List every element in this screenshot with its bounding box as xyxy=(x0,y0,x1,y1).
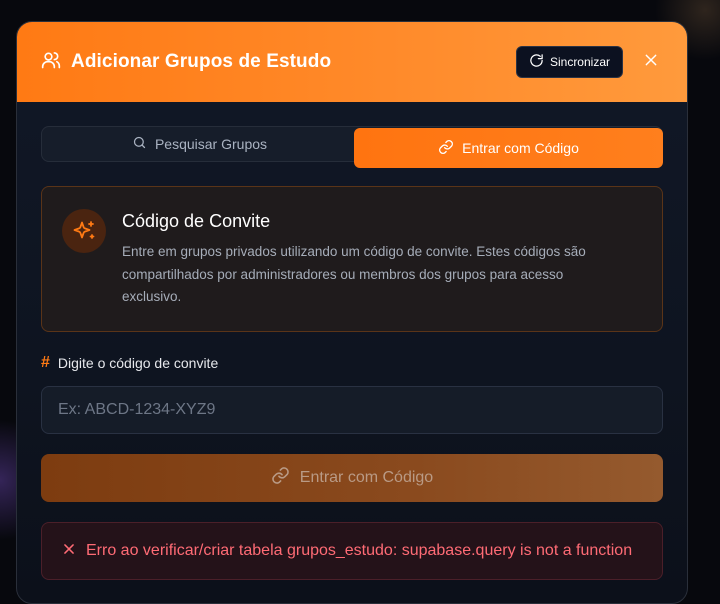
join-button-label: Entrar com Código xyxy=(299,469,434,486)
modal-header: Adicionar Grupos de Estudo Sincronizar xyxy=(17,22,687,102)
sparkles-icon xyxy=(62,209,106,253)
info-title: Código de Convite xyxy=(122,211,271,231)
tab-label: Pesquisar Grupos xyxy=(154,136,268,152)
info-text: Código de Convite Entre em grupos privad… xyxy=(122,207,612,311)
code-field-label: # Digite o código de convite xyxy=(41,354,663,372)
tab-bar: Pesquisar Grupos Entrar com Código xyxy=(41,126,663,168)
add-study-groups-modal: Adicionar Grupos de Estudo Sincronizar P… xyxy=(16,21,688,604)
link-icon xyxy=(438,139,454,158)
link-icon xyxy=(271,466,290,490)
info-description: Entre em grupos privados utilizando um c… xyxy=(122,244,586,304)
modal-content: Pesquisar Grupos Entrar com Código Códig… xyxy=(17,102,687,580)
code-field-label-text: Digite o código de convite xyxy=(57,355,219,371)
search-icon xyxy=(132,135,147,153)
invite-code-info-card: Código de Convite Entre em grupos privad… xyxy=(41,186,663,332)
sync-button[interactable]: Sincronizar xyxy=(515,46,623,78)
header-actions: Sincronizar xyxy=(515,46,663,78)
tab-search-groups[interactable]: Pesquisar Grupos xyxy=(45,130,354,158)
tab-label: Entrar com Código xyxy=(462,140,579,156)
header-title-group: Adicionar Grupos de Estudo xyxy=(41,50,331,75)
error-x-icon xyxy=(62,542,76,561)
error-message-box: Erro ao verificar/criar tabela grupos_es… xyxy=(41,522,663,580)
refresh-icon xyxy=(529,53,544,71)
users-icon xyxy=(41,50,61,75)
sync-button-label: Sincronizar xyxy=(549,55,610,69)
join-with-code-button[interactable]: Entrar com Código xyxy=(41,454,663,502)
error-message: Erro ao verificar/criar tabela grupos_es… xyxy=(86,542,633,559)
hash-icon: # xyxy=(41,354,50,371)
invite-code-input[interactable] xyxy=(41,386,663,434)
modal-title: Adicionar Grupos de Estudo xyxy=(71,51,332,72)
tab-join-with-code[interactable]: Entrar com Código xyxy=(354,128,663,168)
close-button[interactable] xyxy=(639,50,663,74)
close-icon xyxy=(643,52,659,73)
